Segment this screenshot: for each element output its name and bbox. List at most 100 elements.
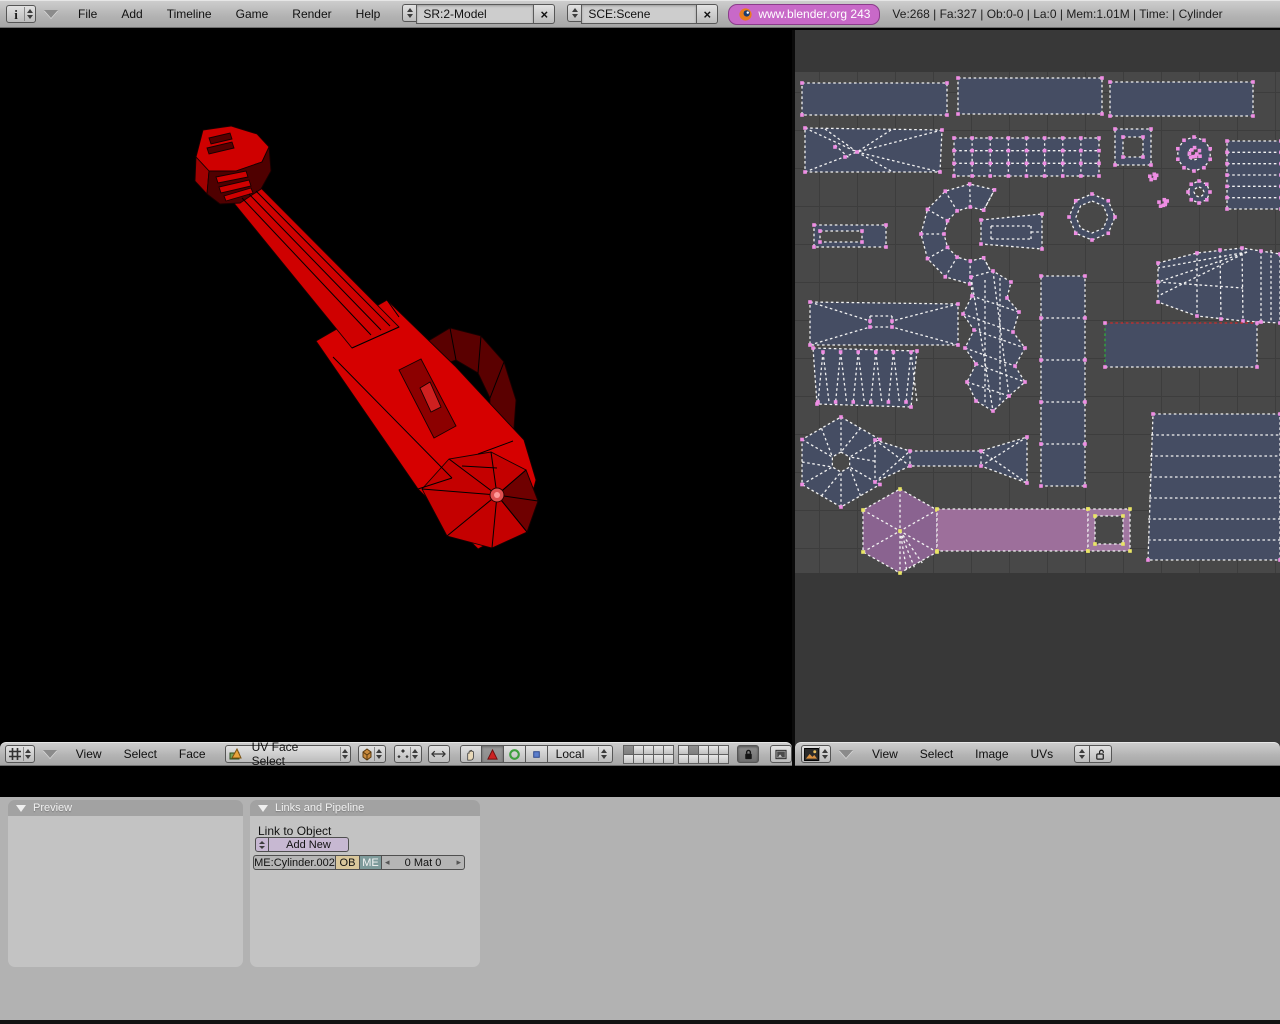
uv-menu-image[interactable]: Image bbox=[964, 747, 1019, 761]
editor-type-button-uv[interactable] bbox=[801, 745, 831, 763]
island-selected-square[interactable] bbox=[1086, 507, 1132, 553]
view3d-menu-face[interactable]: Face bbox=[168, 747, 217, 761]
topbar-menu-timeline[interactable]: Timeline bbox=[155, 7, 224, 21]
screen-selector-field[interactable]: SR:2-Model bbox=[416, 4, 534, 24]
panel-collapse-icon[interactable] bbox=[16, 805, 26, 812]
red-triangle-icon bbox=[486, 748, 499, 761]
uv-menu-select[interactable]: Select bbox=[909, 747, 964, 761]
window-separator[interactable] bbox=[0, 766, 1280, 797]
mode-dropdown[interactable]: UV Face Select bbox=[225, 745, 351, 763]
draw-type-button[interactable] bbox=[358, 745, 386, 763]
uv-lock-button[interactable] bbox=[1090, 745, 1112, 763]
screen-close-button[interactable]: × bbox=[534, 4, 555, 24]
island-rect-2[interactable] bbox=[956, 76, 1104, 116]
orientation-dropdown[interactable]: Local bbox=[548, 745, 614, 763]
model-canvas[interactable] bbox=[0, 30, 792, 742]
scene-selector[interactable]: SCE:Scene × bbox=[567, 4, 718, 24]
ob-button[interactable]: OB bbox=[336, 855, 360, 870]
mesh-name-field[interactable]: ME:Cylinder.002 bbox=[253, 855, 336, 870]
header-collapse-icon-uv[interactable] bbox=[839, 750, 853, 758]
scene-selector-spinner[interactable] bbox=[567, 4, 581, 22]
manipulator-hand-button[interactable] bbox=[460, 745, 482, 763]
mode-dropdown-spinner[interactable] bbox=[340, 747, 350, 761]
view3d-menu-view[interactable]: View bbox=[65, 747, 113, 761]
material-counter[interactable]: ◂ 0 Mat 0 ▸ bbox=[382, 855, 465, 870]
topbar-menu-file[interactable]: File bbox=[66, 7, 109, 21]
topbar-menu-help[interactable]: Help bbox=[344, 7, 393, 21]
layer-toggle-10[interactable] bbox=[663, 754, 674, 764]
render-preview-button[interactable] bbox=[770, 745, 792, 763]
island-stripes-right-top[interactable] bbox=[1225, 139, 1280, 211]
panel-collapse-icon[interactable] bbox=[258, 805, 268, 812]
window-type-spinner[interactable] bbox=[24, 7, 34, 21]
uv-menu-uvs[interactable]: UVs bbox=[1020, 747, 1065, 761]
island-dense-disc[interactable] bbox=[1176, 135, 1212, 173]
viewport-3d[interactable]: ViewSelectFace UV Face Select bbox=[0, 30, 795, 766]
preview-panel-title: Preview bbox=[33, 802, 72, 814]
island-ladder[interactable] bbox=[1039, 274, 1087, 488]
island-wing[interactable] bbox=[1156, 246, 1280, 325]
orientation-spinner[interactable] bbox=[598, 747, 608, 761]
window-type-button[interactable]: i bbox=[6, 5, 36, 23]
blender-version-button[interactable]: www.blender.org 243 bbox=[728, 4, 880, 25]
draw-type-spinner[interactable] bbox=[374, 747, 384, 761]
add-new-button[interactable]: Add New bbox=[269, 837, 349, 852]
model-face-6[interactable] bbox=[233, 188, 399, 348]
uv-pin-spinner[interactable] bbox=[1074, 745, 1090, 763]
scene-selector-field[interactable]: SCE:Scene bbox=[581, 4, 697, 24]
island-inset-rect[interactable] bbox=[812, 223, 888, 249]
editor-type-button-3d[interactable] bbox=[5, 745, 35, 763]
mesh-browse-spinner[interactable] bbox=[255, 837, 269, 852]
open-lock-icon bbox=[1094, 748, 1107, 761]
island-small-ring[interactable] bbox=[1186, 179, 1212, 205]
island-square-ring[interactable] bbox=[1113, 127, 1153, 167]
layer-toggle-20[interactable] bbox=[718, 754, 729, 764]
island-trapezoid[interactable] bbox=[979, 212, 1044, 251]
island-flower[interactable] bbox=[800, 415, 882, 509]
topbar-menu-add[interactable]: Add bbox=[109, 7, 154, 21]
pivot-button[interactable] bbox=[394, 745, 422, 763]
counter-left-arrow[interactable]: ◂ bbox=[385, 857, 390, 868]
pivot-point-icon bbox=[396, 747, 410, 761]
island-dot-2[interactable] bbox=[1157, 198, 1169, 208]
me-button[interactable]: ME bbox=[360, 855, 382, 870]
links-panel-header[interactable]: Links and Pipeline bbox=[250, 800, 480, 816]
header-collapse-icon-3d[interactable] bbox=[43, 750, 57, 758]
editor-type-spinner-uv[interactable] bbox=[819, 747, 829, 761]
lock-button[interactable] bbox=[737, 745, 759, 763]
proportional-edit-button[interactable] bbox=[428, 745, 450, 763]
manipulator-translate-button[interactable] bbox=[482, 745, 504, 763]
manipulator-rotate-button[interactable] bbox=[504, 745, 526, 763]
island-octagon-ring[interactable] bbox=[1067, 192, 1117, 242]
island-rect-1[interactable] bbox=[800, 81, 949, 117]
island-selected-bar[interactable] bbox=[935, 507, 1090, 553]
counter-right-arrow[interactable]: ▸ bbox=[456, 857, 461, 868]
island-bowtie-2[interactable] bbox=[808, 300, 960, 347]
preview-panel-header[interactable]: Preview bbox=[8, 800, 243, 816]
topbar-menu-game[interactable]: Game bbox=[224, 7, 281, 21]
island-rect-3[interactable] bbox=[1108, 80, 1255, 118]
screen-selector-spinner[interactable] bbox=[402, 4, 416, 22]
view3d-menu-select[interactable]: Select bbox=[113, 747, 168, 761]
uv-islands-canvas[interactable] bbox=[795, 30, 1280, 742]
island-bowtie-1[interactable] bbox=[803, 126, 944, 174]
island-grid-strip[interactable] bbox=[952, 136, 1101, 178]
manipulator-scale-button[interactable] bbox=[526, 745, 548, 763]
island-selected-hexagon[interactable] bbox=[861, 487, 939, 575]
links-panel-title: Links and Pipeline bbox=[275, 802, 364, 814]
topbar-menu-render[interactable]: Render bbox=[280, 7, 343, 21]
island-dot-1[interactable] bbox=[1148, 172, 1158, 181]
pivot-spinner[interactable] bbox=[410, 747, 420, 761]
uv-image-editor[interactable]: ViewSelectImageUVs bbox=[795, 30, 1280, 766]
editor-type-spinner-3d[interactable] bbox=[23, 747, 33, 761]
island-stripes-bottom-right[interactable] bbox=[1146, 412, 1280, 562]
scene-close-button[interactable]: × bbox=[697, 4, 718, 24]
island-fringe[interactable] bbox=[811, 346, 919, 409]
header-collapse-icon[interactable] bbox=[44, 10, 58, 18]
island-seam-rect[interactable] bbox=[1103, 321, 1259, 369]
layer-buttons bbox=[623, 745, 728, 763]
island-organic-patch[interactable] bbox=[961, 269, 1027, 413]
screen-selector[interactable]: SR:2-Model × bbox=[402, 4, 555, 24]
uv-menu-view[interactable]: View bbox=[861, 747, 909, 761]
island-bone[interactable] bbox=[873, 435, 1029, 485]
